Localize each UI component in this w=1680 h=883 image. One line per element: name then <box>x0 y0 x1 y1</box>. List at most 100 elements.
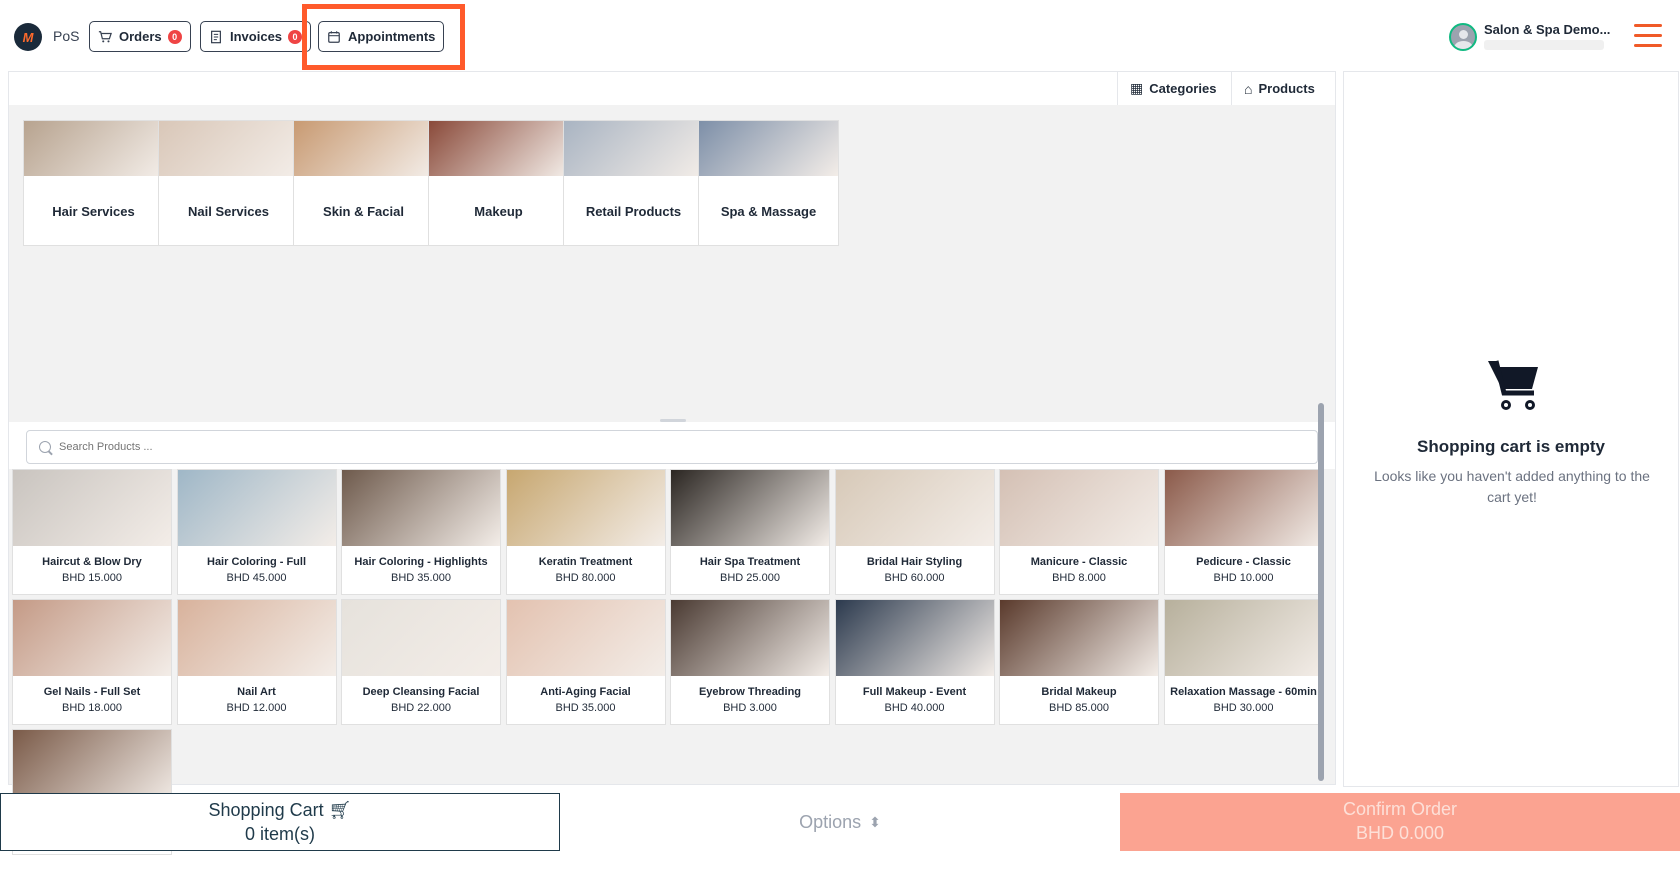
product-name: Hair Spa Treatment <box>699 556 801 568</box>
product-image <box>1164 600 1323 676</box>
category-image <box>699 121 838 176</box>
product-price: BHD 30.000 <box>1213 702 1274 714</box>
category-card[interactable]: Retail Products <box>563 120 704 246</box>
product-price: BHD 15.000 <box>62 572 122 584</box>
product-name: Bridal Hair Styling <box>866 556 963 568</box>
product-card[interactable]: Anti-Aging Facial BHD 35.000 <box>505 599 666 725</box>
orders-button[interactable]: Orders 0 <box>89 21 191 52</box>
category-label: Nail Services <box>159 176 298 245</box>
product-image <box>506 470 665 546</box>
product-price: BHD 60.000 <box>884 572 945 584</box>
empty-cart-message: Looks like you haven't added anything to… <box>1374 468 1650 505</box>
invoices-count-badge: 0 <box>288 29 303 44</box>
product-image <box>671 470 829 546</box>
orders-label: Orders <box>119 29 162 44</box>
category-image <box>564 121 703 176</box>
product-name: Hair Coloring - Full <box>207 556 306 568</box>
product-name: Hair Coloring - Highlights <box>354 556 488 568</box>
confirm-order-button[interactable]: Confirm Order BHD 0.000 <box>1120 793 1680 851</box>
invoices-button[interactable]: Invoices 0 <box>200 21 312 52</box>
products-label: Products <box>1258 81 1315 96</box>
product-area: Haircut & Blow Dry BHD 15.000 Hair Colorin… <box>9 422 1335 855</box>
product-card[interactable]: Bridal Makeup BHD 85.000 <box>999 599 1159 725</box>
category-label: Makeup <box>429 176 568 245</box>
search-icon <box>39 441 51 453</box>
product-image <box>506 600 665 676</box>
product-card[interactable]: Relaxation Massage - 60min BHD 30.000 <box>1163 599 1324 725</box>
cart-icon: 🛒︎ <box>328 800 352 820</box>
category-card[interactable]: Hair Services <box>23 120 164 246</box>
product-price: BHD 40.000 <box>884 702 945 714</box>
product-name: Haircut & Blow Dry <box>42 556 142 568</box>
cart-panel: Shopping cart is empty Looks like you ha… <box>1343 71 1679 787</box>
category-card[interactable]: Spa & Massage <box>698 120 839 246</box>
product-image <box>1000 600 1158 676</box>
product-price: BHD 80.000 <box>555 572 616 584</box>
highlight-box <box>302 4 465 70</box>
invoice-icon <box>211 30 221 43</box>
product-card[interactable]: Gel Nails - Full Set BHD 18.000 <box>12 599 172 725</box>
grid-icon: ▦ <box>1130 80 1144 96</box>
invoices-label: Invoices <box>230 29 283 44</box>
menu-icon[interactable] <box>1634 24 1662 48</box>
search-input[interactable] <box>59 441 459 453</box>
product-card[interactable]: Manicure - Classic BHD 8.000 <box>999 469 1159 595</box>
product-price: BHD 22.000 <box>391 702 451 714</box>
product-card[interactable]: Eyebrow Threading BHD 3.000 <box>670 599 830 725</box>
order-total: BHD 0.000 <box>1355 823 1445 843</box>
bottom-action-bar: Shopping Cart 🛒︎ 0 item(s) Options ⬍ Con… <box>0 793 1680 851</box>
product-card[interactable]: Hair Spa Treatment BHD 25.000 <box>670 469 830 595</box>
product-image <box>671 600 829 676</box>
product-card[interactable]: Pedicure - Classic BHD 10.000 <box>1163 469 1324 595</box>
search-bar[interactable] <box>26 430 1318 464</box>
product-card[interactable]: Haircut & Blow Dry BHD 15.000 <box>12 469 172 595</box>
product-name: Anti-Aging Facial <box>540 686 631 698</box>
user-name[interactable]: Salon & Spa Demo... <box>1484 22 1610 37</box>
product-scrollbar[interactable] <box>1318 403 1324 781</box>
shopping-cart-button[interactable]: Shopping Cart 🛒︎ 0 item(s) <box>0 793 560 851</box>
category-card[interactable]: Nail Services <box>158 120 299 246</box>
category-label: Skin & Facial <box>294 176 433 245</box>
user-subtitle <box>1484 40 1604 50</box>
product-card[interactable]: Full Makeup - Event BHD 40.000 <box>834 599 995 725</box>
product-image <box>13 600 171 676</box>
product-price: BHD 25.000 <box>720 572 780 584</box>
category-card[interactable]: Skin & Facial <box>293 120 434 246</box>
product-card[interactable]: Keratin Treatment BHD 80.000 <box>505 469 666 595</box>
product-image <box>1164 470 1323 546</box>
orders-count-badge: 0 <box>167 29 182 44</box>
product-image <box>835 470 994 546</box>
options-button[interactable]: Options ⬍ <box>560 793 1120 851</box>
logo-text: M <box>22 29 34 45</box>
product-image <box>342 600 500 676</box>
product-name: Full Makeup - Event <box>862 686 967 698</box>
product-panel: ▦ Categories ⌂ Products Hair Services Nai… <box>8 71 1336 855</box>
product-image <box>177 600 336 676</box>
product-image <box>1000 470 1158 546</box>
app-logo[interactable]: M <box>14 23 42 51</box>
product-price: BHD 10.000 <box>1213 572 1274 584</box>
product-name: Gel Nails - Full Set <box>43 686 141 698</box>
shopping-cart-icon <box>1488 360 1538 410</box>
products-view-button[interactable]: ⌂ Products <box>1231 72 1327 105</box>
cart-item-count: 0 item(s) <box>244 824 315 844</box>
cart-icon <box>98 30 112 42</box>
categories-view-button[interactable]: ▦ Categories <box>1117 72 1228 105</box>
product-name: Manicure - Classic <box>1030 556 1128 568</box>
product-card[interactable]: Hair Coloring - Highlights BHD 35.000 <box>341 469 501 595</box>
product-card[interactable]: Nail Art BHD 12.000 <box>176 599 337 725</box>
product-card[interactable]: Deep Cleansing Facial BHD 22.000 <box>341 599 501 725</box>
category-card[interactable]: Makeup <box>428 120 569 246</box>
options-label: Options <box>799 811 862 832</box>
product-price: BHD 8.000 <box>1052 572 1106 584</box>
product-name: Deep Cleansing Facial <box>362 686 480 698</box>
confirm-order-label: Confirm Order <box>1342 799 1458 819</box>
category-image <box>429 121 568 176</box>
user-avatar[interactable] <box>1449 23 1477 51</box>
product-price: BHD 18.000 <box>62 702 122 714</box>
category-image <box>24 121 163 176</box>
product-card[interactable]: Bridal Hair Styling BHD 60.000 <box>834 469 995 595</box>
product-price: BHD 35.000 <box>555 702 616 714</box>
product-card[interactable]: Hair Coloring - Full BHD 45.000 <box>176 469 337 595</box>
product-price: BHD 3.000 <box>723 702 777 714</box>
